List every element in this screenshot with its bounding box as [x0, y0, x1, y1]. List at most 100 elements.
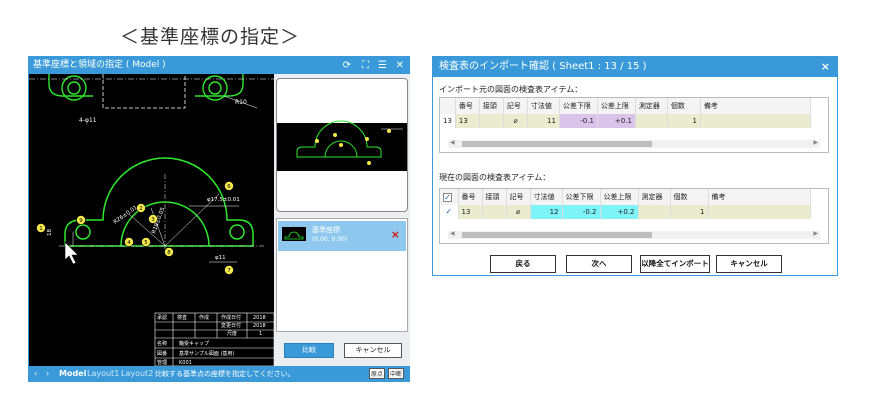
- close-icon[interactable]: ×: [821, 57, 830, 77]
- column-header[interactable]: 公差下限: [562, 189, 601, 205]
- table-cell[interactable]: [708, 205, 811, 219]
- drawing-canvas[interactable]: 4-φ11 R10 φ17.5±0.01 R26±0.01 R18±0.05 φ…: [29, 74, 274, 366]
- close-icon[interactable]: ✕: [396, 57, 404, 74]
- table-cell[interactable]: ⌀: [506, 205, 531, 219]
- tb-cell: 1: [259, 331, 262, 337]
- balloon-label: 9: [79, 218, 83, 224]
- tb-name-value: 軸受キャップ: [179, 340, 209, 347]
- reference-thumbnail: [282, 227, 306, 241]
- cancel-button[interactable]: キャンセル: [344, 343, 402, 358]
- column-header[interactable]: 寸法値: [527, 98, 560, 114]
- scroll-right-icon[interactable]: ▶: [813, 139, 818, 146]
- cancel-button[interactable]: キャンセル: [716, 255, 782, 273]
- row-checkbox[interactable]: ✓: [440, 205, 459, 219]
- table-cell[interactable]: [638, 205, 671, 219]
- scroll-left-icon[interactable]: ◀: [450, 139, 455, 146]
- scroll-left-icon[interactable]: ◀: [450, 230, 455, 237]
- source-table: 番号 接頭 記号 寸法値 公差下限 公差上限 測定器 個数 備考 13 13 ⌀…: [439, 97, 829, 153]
- chevron-right-icon[interactable]: ›: [46, 366, 49, 382]
- tb-header: 2018: [253, 315, 266, 321]
- column-header[interactable]: 備考: [700, 98, 811, 114]
- balloon-label: 3: [151, 217, 155, 223]
- table-cell[interactable]: 1: [667, 114, 701, 128]
- stop-button[interactable]: 中断: [388, 368, 404, 379]
- r10-label: R10: [235, 99, 247, 106]
- table-cell[interactable]: 12: [530, 205, 563, 219]
- table-cell[interactable]: +0.1: [597, 114, 636, 128]
- table-cell[interactable]: [635, 114, 668, 128]
- menu-icon[interactable]: ☰: [378, 57, 387, 74]
- tb-cell: 2018: [253, 323, 266, 329]
- column-header[interactable]: 公差上限: [600, 189, 639, 205]
- tb-header: 検査: [177, 314, 187, 321]
- next-button[interactable]: 次へ: [566, 255, 632, 273]
- balloon-label: 2: [139, 206, 143, 212]
- scroll-right-icon[interactable]: ▶: [813, 230, 818, 237]
- current-section-label: 現在の図面の検査表アイテム：: [439, 173, 551, 182]
- chevron-left-icon[interactable]: ‹: [34, 366, 37, 382]
- table-cell[interactable]: 11: [527, 114, 560, 128]
- select-all-checkbox[interactable]: ✓: [440, 189, 459, 205]
- table-row[interactable]: 13 13 ⌀ 11 -0.1 +0.1 1: [440, 114, 811, 128]
- tb-header: 作成: [199, 314, 209, 321]
- tb-file-label: 図番: [157, 350, 167, 357]
- reference-coordinate-window: 基準座標と領域の指定 ( Model ) ⟳ ⛶ ☰ ✕ 4-φ11 R10 φ…: [28, 56, 410, 382]
- column-header[interactable]: 寸法値: [530, 189, 563, 205]
- table-cell[interactable]: ⌀: [503, 114, 528, 128]
- horizontal-scrollbar[interactable]: ◀ ▶: [448, 139, 820, 148]
- column-header[interactable]: 測定器: [638, 189, 671, 205]
- table-cell[interactable]: +0.2: [600, 205, 639, 219]
- table-cell[interactable]: -0.2: [562, 205, 601, 219]
- column-header[interactable]: 記号: [503, 98, 528, 114]
- row-header-corner: [440, 98, 456, 114]
- table-row[interactable]: ✓ 13 ⌀ 12 -0.2 +0.2 1: [440, 205, 811, 219]
- tab-model[interactable]: Model: [59, 366, 86, 382]
- tb-file-value: 基準サンプル図面 (基用): [179, 350, 234, 357]
- horizontal-scrollbar[interactable]: ◀ ▶: [448, 230, 820, 239]
- column-header[interactable]: 公差下限: [559, 98, 598, 114]
- hole-dim-label: 4-φ11: [79, 117, 97, 124]
- list-item[interactable]: 基準座標 (0.00, 0.00) ×: [278, 221, 406, 251]
- checkbox-icon: ✓: [443, 192, 452, 202]
- tab-layout2[interactable]: Layout2: [121, 366, 153, 382]
- column-header[interactable]: 接頭: [482, 189, 507, 205]
- balloon-label: 6: [227, 184, 231, 190]
- table-cell[interactable]: 13: [458, 205, 483, 219]
- table-cell[interactable]: [482, 205, 507, 219]
- column-header[interactable]: 備考: [708, 189, 811, 205]
- column-header[interactable]: 番号: [455, 98, 480, 114]
- compare-button[interactable]: 比較: [284, 343, 334, 358]
- overview-thumbnail[interactable]: [276, 78, 408, 212]
- import-all-button[interactable]: 以降全てインポート: [640, 255, 710, 273]
- table-cell[interactable]: [700, 114, 811, 128]
- column-header[interactable]: 個数: [670, 189, 709, 205]
- table-cell[interactable]: [479, 114, 504, 128]
- column-header[interactable]: 測定器: [635, 98, 668, 114]
- status-bar: ‹ › Model Layout1 Layout2 比較する基準点の座標を指定し…: [29, 366, 409, 382]
- column-header[interactable]: 記号: [506, 189, 531, 205]
- dialog-titlebar: 検査表のインポート確認 ( Sheet1 : 13 / 15 ) ×: [433, 57, 837, 77]
- table-cell[interactable]: 13: [455, 114, 480, 128]
- column-header[interactable]: 公差上限: [597, 98, 636, 114]
- reference-list: 基準座標 (0.00, 0.00) ×: [276, 218, 408, 332]
- column-header[interactable]: 接頭: [479, 98, 504, 114]
- page-heading: ＜基準座標の指定＞: [120, 26, 301, 48]
- fit-icon[interactable]: ⛶: [362, 57, 369, 74]
- delete-icon[interactable]: ×: [391, 228, 400, 241]
- balloon-label: 5: [144, 240, 148, 246]
- cad-drawing: 4-φ11 R10 φ17.5±0.01 R26±0.01 R18±0.05 φ…: [29, 74, 274, 366]
- tb-header: 作成日付: [221, 314, 241, 321]
- tb-bottom-label: 管理: [157, 359, 167, 366]
- column-header[interactable]: 個数: [667, 98, 701, 114]
- refresh-icon[interactable]: ⟳: [343, 57, 351, 74]
- scrollbar-thumb[interactable]: [462, 232, 652, 238]
- origin-button[interactable]: 原点: [369, 368, 385, 379]
- scrollbar-thumb[interactable]: [462, 141, 652, 147]
- back-button[interactable]: 戻る: [490, 255, 556, 273]
- table-cell[interactable]: 1: [670, 205, 709, 219]
- table-header-row: 番号 接頭 記号 寸法値 公差下限 公差上限 測定器 個数 備考: [440, 98, 811, 114]
- column-header[interactable]: 番号: [458, 189, 483, 205]
- tab-layout1[interactable]: Layout1: [87, 366, 119, 382]
- table-cell[interactable]: -0.1: [559, 114, 598, 128]
- dim-18-label: 18: [47, 229, 53, 236]
